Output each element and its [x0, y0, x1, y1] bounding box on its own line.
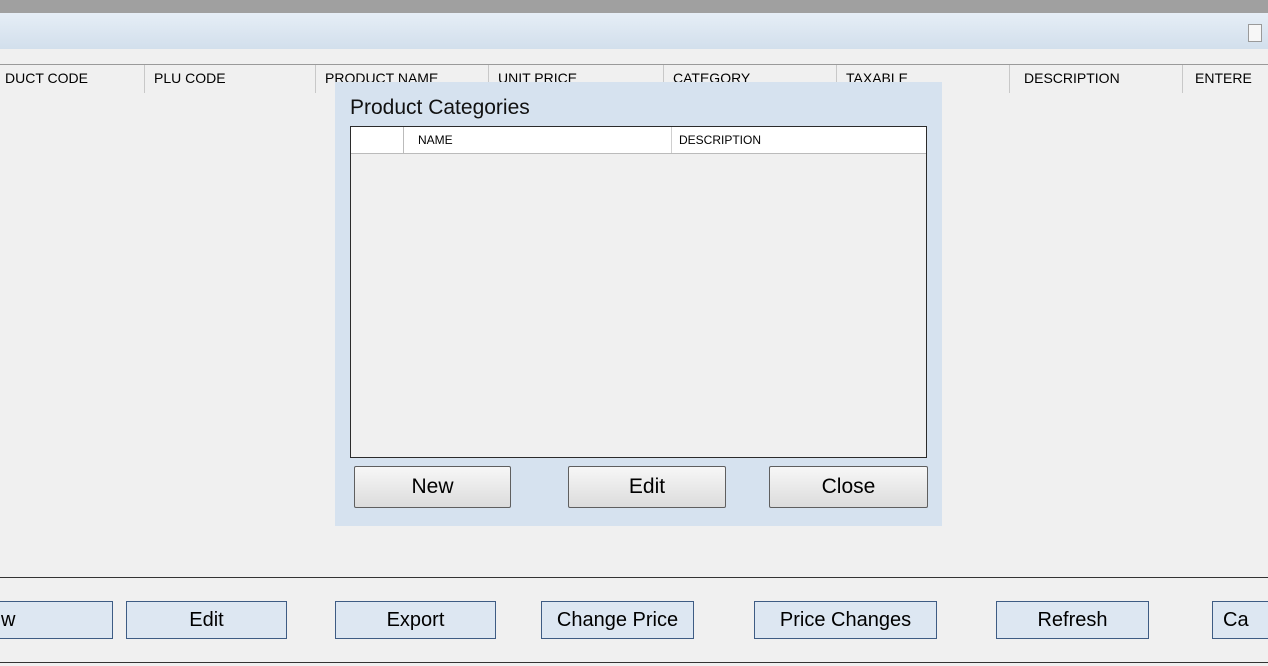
row-header-corner	[351, 127, 404, 153]
column-header-plu-code[interactable]: PLU CODE	[144, 65, 314, 93]
categories-grid-header: NAME DESCRIPTION	[351, 127, 926, 154]
column-header-product-code[interactable]: DUCT CODE	[5, 65, 143, 93]
new-button[interactable]: w	[0, 601, 113, 639]
edit-button[interactable]: Edit	[126, 601, 287, 639]
export-button[interactable]: Export	[335, 601, 496, 639]
price-changes-button[interactable]: Price Changes	[754, 601, 937, 639]
dialog-close-button[interactable]: Close	[769, 466, 928, 508]
cancel-button[interactable]: Ca	[1212, 601, 1268, 639]
grid-bottom-divider	[0, 577, 1268, 578]
categories-grid[interactable]: NAME DESCRIPTION	[350, 126, 927, 458]
product-categories-dialog: Product Categories NAME DESCRIPTION New …	[335, 82, 942, 526]
column-header-description[interactable]: DESCRIPTION	[1009, 65, 1181, 93]
refresh-button[interactable]: Refresh	[996, 601, 1149, 639]
window-bottom-divider	[0, 662, 1268, 663]
toolbar-checkbox[interactable]	[1248, 24, 1262, 42]
column-header-name[interactable]: NAME	[418, 127, 453, 153]
dialog-new-button[interactable]: New	[354, 466, 511, 508]
dialog-title: Product Categories	[350, 96, 530, 119]
column-header-description[interactable]: DESCRIPTION	[671, 127, 926, 153]
change-price-button[interactable]: Change Price	[541, 601, 694, 639]
toolbar	[0, 13, 1268, 49]
column-header-entered[interactable]: ENTERE	[1182, 65, 1268, 93]
dialog-edit-button[interactable]: Edit	[568, 466, 726, 508]
window-top-strip	[0, 0, 1268, 13]
